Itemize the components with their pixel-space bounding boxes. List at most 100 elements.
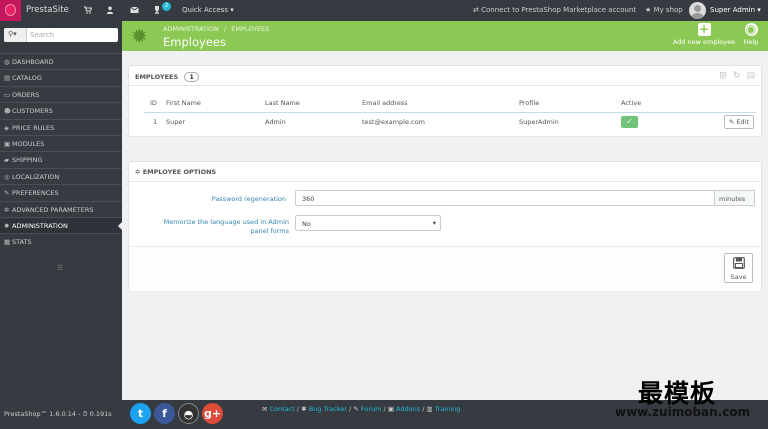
column-header[interactable]: First Name (166, 94, 265, 113)
column-header[interactable]: ID (144, 94, 166, 113)
envelope-icon: ✉ (262, 405, 268, 413)
table-header-row: ID First Name Last Name Email address Pr… (144, 94, 756, 113)
user-icon[interactable] (106, 6, 114, 14)
globe-icon: ◎ (4, 172, 10, 181)
sidebar-item-preferences[interactable]: ✎ PREFERENCES (0, 184, 122, 200)
save-button[interactable]: Save (724, 253, 753, 283)
cell-last-name: Admin (265, 117, 286, 126)
add-new-employee-button[interactable]: + Add new employee (670, 22, 738, 47)
sidebar-item-dashboard[interactable]: ◍ DASHBOARD (0, 53, 122, 69)
sidebar-item-localization[interactable]: ◎ LOCALIZATION (0, 167, 122, 184)
cogs-icon: ✲ (135, 168, 141, 176)
quick-access-label: Quick Access (182, 6, 228, 14)
twitter-icon[interactable]: t (130, 403, 151, 424)
column-header[interactable]: Profile (519, 94, 621, 113)
sidebar-item-shipping[interactable]: ▰ SHIPPING (0, 151, 122, 167)
trophy-icon[interactable] (153, 6, 161, 14)
refresh-icon[interactable]: ↻ (733, 71, 741, 81)
column-header (681, 94, 756, 113)
cell-first-name: Super (166, 117, 186, 126)
user-name: Super Admin (710, 6, 756, 14)
search-type-button[interactable]: ⚲▾ (4, 28, 27, 42)
search-icon: ⚲ (8, 30, 14, 38)
help-button[interactable]: ◉ Help (739, 23, 763, 47)
comments-icon: ✎ (353, 405, 359, 413)
panel-toolbar: ⊞ ↻ ▤ (713, 71, 755, 81)
prestashop-logo[interactable] (0, 0, 21, 21)
user-menu[interactable]: Super Admin ▾ (710, 6, 761, 14)
facebook-icon[interactable]: f (154, 403, 175, 424)
memorize-language-label: Memorize the language used in Admin pane… (163, 218, 289, 235)
column-header[interactable]: Last Name (265, 94, 362, 113)
active-check-icon[interactable]: ✓ (621, 115, 638, 128)
cell-id: 1 (153, 117, 158, 126)
add-icon[interactable]: ⊞ (719, 71, 727, 81)
sidebar-item-catalog[interactable]: ▤ CATALOG (0, 69, 122, 85)
sidebar-item-price-rules[interactable]: ◈ PRICE RULES (0, 118, 122, 135)
sidebar-item-advanced-parameters[interactable]: ✲ ADVANCED PARAMETERS (0, 200, 122, 217)
main-content: EMPLOYEES 1 ⊞ ↻ ▤ ID First Name Last Name … (122, 51, 768, 400)
password-regeneration-label: Password regeneration (211, 195, 286, 203)
envelope-icon[interactable] (130, 6, 139, 14)
plus-icon: + (697, 22, 711, 36)
breadcrumb-current[interactable]: EMPLOYEES (231, 25, 269, 33)
my-shop-link[interactable]: ★ My shop (645, 6, 683, 14)
footer-links: ✉ Contact / ✱ Bug Tracker / ✎ Forum / ▣ … (262, 405, 461, 413)
contact-link[interactable]: Contact (270, 405, 295, 413)
sidebar-item-administration[interactable]: ✹ ADMINISTRATION (0, 216, 122, 234)
employees-panel: EMPLOYEES 1 ⊞ ↻ ▤ ID First Name Last Name … (128, 65, 762, 137)
search-box: ⚲▾ (4, 28, 118, 42)
google-plus-icon[interactable]: g+ (202, 403, 223, 424)
panel-footer: Save (129, 246, 761, 291)
puzzle-icon: ▣ (4, 139, 11, 148)
sql-manager-icon[interactable]: ▤ (746, 71, 755, 81)
catalog-icon: ▤ (4, 74, 11, 83)
breadcrumb: ADMINISTRATION / EMPLOYEES (163, 25, 269, 33)
connect-icon: ⇄ (473, 6, 479, 14)
sidebar-item-customers[interactable]: ☻CUSTOMERS (0, 102, 122, 118)
marketplace-link[interactable]: ⇄ Connect to PrestaShop Marketplace acco… (473, 6, 636, 14)
sidebar-item-orders[interactable]: ▭ ORDERS (0, 85, 122, 102)
pencil-icon: ✎ (728, 117, 735, 126)
sidebar-item-label: CATALOG (12, 74, 42, 83)
employee-options-panel: ✲ EMPLOYEE OPTIONS Password regeneration… (128, 161, 762, 291)
avatar[interactable] (689, 2, 706, 19)
sidebar-item-label: STATS (12, 238, 32, 247)
edit-button[interactable]: ✎ Edit (723, 114, 754, 129)
addons-link[interactable]: Addons (396, 405, 420, 413)
password-regeneration-unit: minutes (714, 190, 755, 206)
save-icon (725, 257, 752, 273)
sidebar-item-label: CUSTOMERS (12, 107, 53, 116)
sidebar-item-modules[interactable]: ▣ MODULES (0, 134, 122, 151)
column-header[interactable]: Active (621, 94, 681, 113)
forum-link[interactable]: Forum (361, 405, 382, 413)
employees-table: ID First Name Last Name Email address Pr… (144, 94, 756, 131)
memorize-language-select[interactable]: No ▾ (295, 215, 441, 231)
cell-actions: ✎ Edit (681, 112, 756, 131)
count-badge: 1 (184, 72, 199, 82)
add-new-employee-label: Add new employee (672, 38, 736, 46)
caret-down-icon: ▾ (757, 6, 761, 14)
collapse-menu-icon[interactable]: ☰ (57, 264, 63, 272)
column-header[interactable]: Email address (362, 94, 519, 113)
training-link[interactable]: Training (435, 405, 461, 413)
sidebar-item-label: DASHBOARD (12, 58, 54, 66)
cart-icon[interactable] (84, 6, 93, 14)
quick-access-dropdown[interactable]: Quick Access ▾ (182, 6, 234, 14)
github-icon[interactable]: ◓ (178, 403, 199, 424)
sidebar: ⚲▾ ◍DASHBOARD ▤CATALOG ▭ORDERS ☻CUSTOMER… (0, 21, 122, 429)
bug-icon: ✱ (301, 405, 307, 413)
cell-email: test@example.com (362, 117, 425, 126)
sidebar-item-stats[interactable]: ▦ STATS (0, 233, 122, 249)
breadcrumb-parent[interactable]: ADMINISTRATION (163, 25, 219, 33)
shop-name[interactable]: PrestaSite (26, 5, 69, 15)
table-row[interactable]: 1 Super Admin test@example.com SuperAdmi… (144, 112, 756, 131)
caret-down-icon: ▾ (432, 219, 436, 227)
panel-heading: EMPLOYEES 1 ⊞ ↻ ▤ (129, 66, 761, 86)
book-icon: ▥ (426, 405, 433, 413)
bug-tracker-link[interactable]: Bug Tracker (309, 405, 347, 413)
page-header: ✹ ADMINISTRATION / EMPLOYEES Employees +… (122, 21, 768, 51)
panel-heading: ✲ EMPLOYEE OPTIONS (129, 162, 761, 182)
search-input[interactable] (30, 29, 114, 41)
password-regeneration-input[interactable]: 360 (295, 190, 715, 206)
